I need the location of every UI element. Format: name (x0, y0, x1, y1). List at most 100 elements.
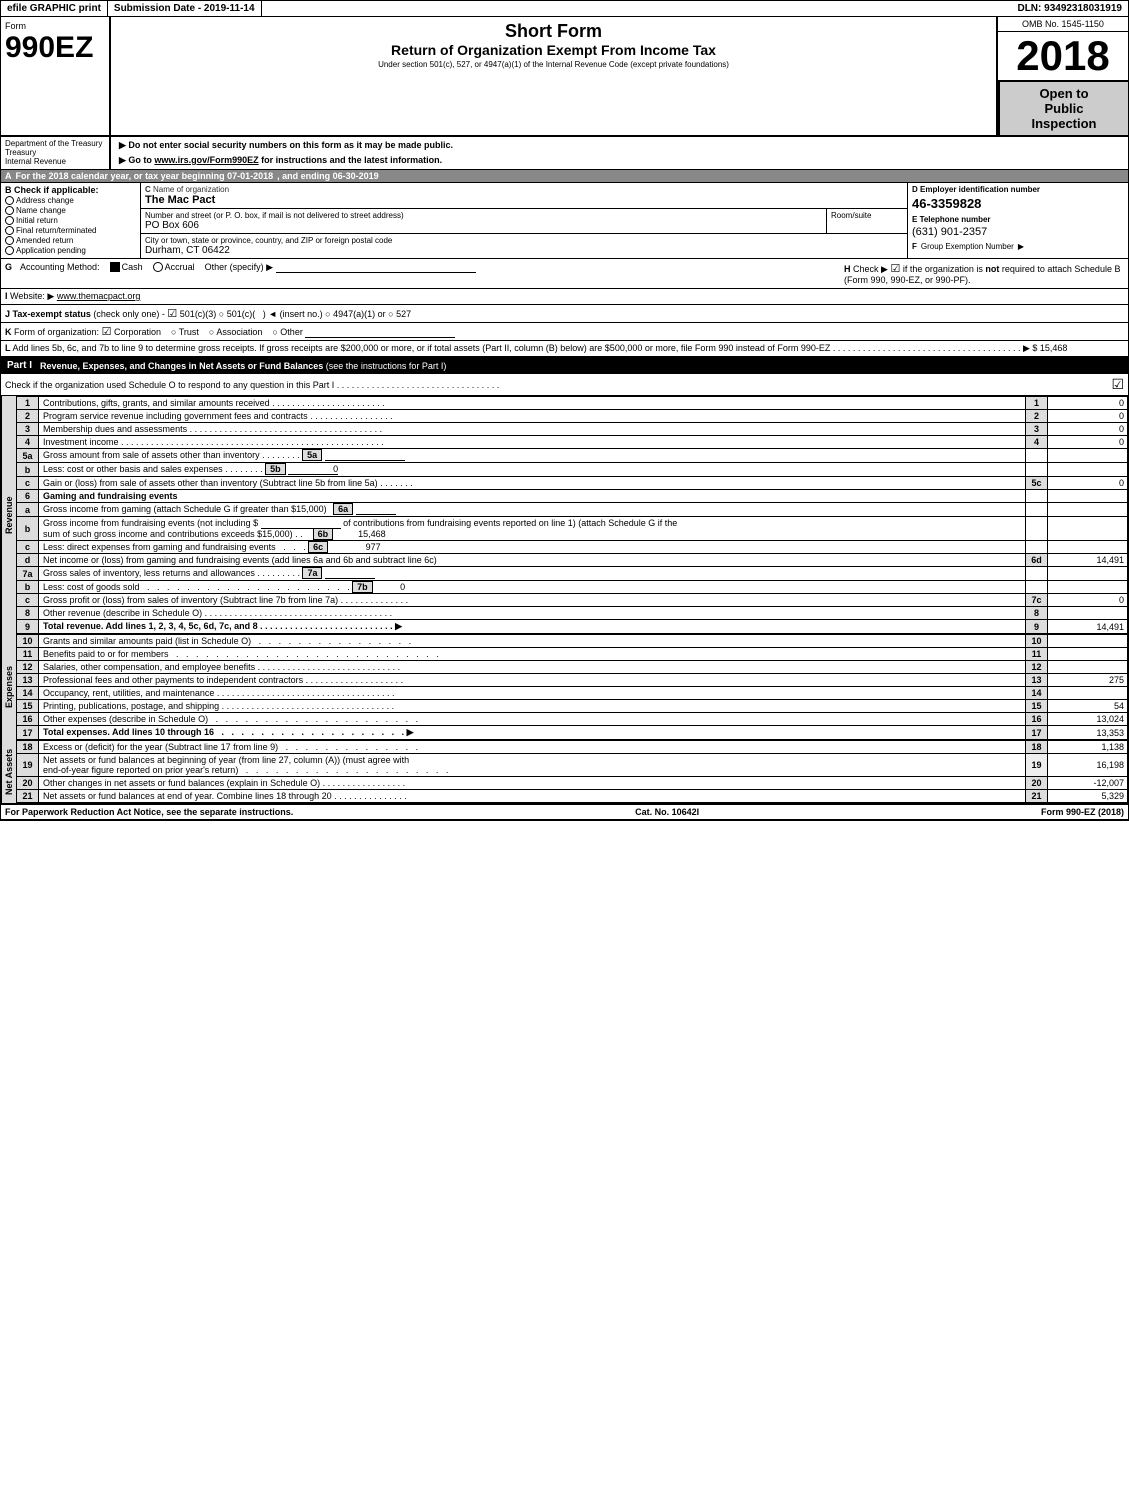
j-label: J (5, 309, 10, 319)
address-row: Number and street (or P. O. box, if mail… (141, 209, 907, 234)
line-6b-desc: Gross income from fundraising events (no… (39, 517, 1026, 541)
j-text: Tax-exempt status (check only one) - ☑ 5… (13, 309, 412, 319)
line-1-linenum: 1 (1026, 397, 1048, 410)
line-6c-amount (1048, 541, 1128, 554)
line-19-amount: 16,198 (1048, 754, 1128, 777)
g-label: G (5, 262, 12, 272)
line-6-desc: Gaming and fundraising events (39, 490, 1026, 503)
line-18-num: 18 (17, 741, 39, 754)
line-5a-row: 5a Gross amount from sale of assets othe… (17, 449, 1128, 463)
cash-check: Cash (110, 262, 143, 272)
line-17-linenum: 17 (1026, 726, 1048, 740)
line-16-linenum: 16 (1026, 713, 1048, 726)
line-11-row: 11 Benefits paid to or for members . . .… (17, 648, 1128, 661)
line-4-linenum: 4 (1026, 436, 1048, 449)
line-14-num: 14 (17, 687, 39, 700)
line-6a-desc: Gross income from gaming (attach Schedul… (39, 503, 1026, 517)
line-8-amount (1048, 607, 1128, 620)
open-line1: Open to (1004, 86, 1124, 101)
radio-amended (5, 236, 14, 245)
section-l-row: L Add lines 5b, 6c, and 7b to line 9 to … (1, 341, 1128, 358)
line-10-amount (1048, 635, 1128, 648)
line-5c-desc: Gain or (loss) from sale of assets other… (39, 477, 1026, 490)
line-15-num: 15 (17, 700, 39, 713)
line-6a-amount (1048, 503, 1128, 517)
i-text: Website: ▶ (10, 291, 54, 301)
line-6a-row: a Gross income from gaming (attach Sched… (17, 503, 1128, 517)
part1-header: Part I Revenue, Expenses, and Changes in… (1, 358, 1128, 374)
line-7c-row: c Gross profit or (loss) from sales of i… (17, 594, 1128, 607)
line-19-linenum: 19 (1026, 754, 1048, 777)
title-area: Short Form Return of Organization Exempt… (111, 17, 998, 135)
line-15-desc: Printing, publications, postage, and shi… (39, 700, 1026, 713)
line-2-num: 2 (17, 410, 39, 423)
line-12-row: 12 Salaries, other compensation, and emp… (17, 661, 1128, 674)
line-5a-linenum (1026, 449, 1048, 463)
section-k-row: K Form of organization: ☑ Corporation ○ … (1, 323, 1128, 341)
section-d: D Employer identification number 46-3359… (908, 183, 1128, 258)
open-line2: Public (1004, 101, 1124, 116)
cash-label: Cash (122, 262, 143, 272)
form-number: 990EZ (5, 31, 105, 64)
line-20-linenum: 20 (1026, 777, 1048, 790)
line-16-num: 16 (17, 713, 39, 726)
expenses-side-label: Expenses (1, 634, 16, 740)
line-6a-num: a (17, 503, 39, 517)
expenses-table-wrapper: 10 Grants and similar amounts paid (list… (16, 634, 1128, 740)
line-9-num: 9 (17, 620, 39, 634)
section-a-ending: , and ending 06-30-2019 (277, 171, 379, 181)
dept3: Internal Revenue (5, 157, 105, 166)
line-6-amount (1048, 490, 1128, 503)
room-cell: Room/suite (827, 209, 907, 233)
line-9-amount: 14,491 (1048, 620, 1128, 634)
year-display: 2018 (998, 32, 1128, 80)
main-form: Form 990EZ Short Form Return of Organiza… (0, 17, 1129, 821)
line-14-row: 14 Occupancy, rent, utilities, and maint… (17, 687, 1128, 700)
line-3-desc: Membership dues and assessments . . . . … (39, 423, 1026, 436)
line-16-row: 16 Other expenses (describe in Schedule … (17, 713, 1128, 726)
line-9-desc: Total revenue. Add lines 1, 2, 3, 4, 5c,… (39, 620, 1026, 634)
line-10-num: 10 (17, 635, 39, 648)
line-6d-row: d Net income or (loss) from gaming and f… (17, 554, 1128, 567)
short-form-title: Short Form (115, 21, 992, 42)
line-20-desc: Other changes in net assets or fund bala… (39, 777, 1026, 790)
f-text: Group Exemption Number (921, 242, 1014, 251)
expenses-section: Expenses 10 Grants and similar amounts p… (1, 634, 1128, 740)
line-5b-row: b Less: cost or other basis and sales ex… (17, 463, 1128, 477)
line-13-amount: 275 (1048, 674, 1128, 687)
accrual-check: Accrual (153, 262, 195, 272)
footer-cat: Cat. No. 10642I (635, 807, 699, 817)
l-text: Add lines 5b, 6c, and 7b to line 9 to de… (13, 343, 1068, 353)
revenue-table: 1 Contributions, gifts, grants, and simi… (16, 396, 1128, 634)
line-11-desc: Benefits paid to or for members . . . . … (39, 648, 1026, 661)
line-6b-amount (1048, 517, 1128, 541)
accrual-label: Accrual (165, 262, 195, 272)
org-name: The Mac Pact (145, 194, 903, 206)
part1-title: Revenue, Expenses, and Changes in Net As… (40, 361, 446, 371)
line-8-desc: Other revenue (describe in Schedule O) .… (39, 607, 1026, 620)
footer-left: For Paperwork Reduction Act Notice, see … (5, 807, 293, 817)
g-text: Accounting Method: (20, 262, 100, 272)
page-wrapper: efile GRAPHIC print Submission Date - 20… (0, 0, 1129, 821)
radio-name (5, 206, 14, 215)
line-3-amount: 0 (1048, 423, 1128, 436)
line-12-num: 12 (17, 661, 39, 674)
address-change: Address change (5, 196, 136, 205)
part1-check-mark: ☑ (1111, 376, 1124, 393)
line-21-linenum: 21 (1026, 790, 1048, 803)
top-row: Form 990EZ Short Form Return of Organiza… (1, 17, 1128, 137)
instruction2: ▶ Go to www.irs.gov/Form990EZ for instru… (119, 155, 1120, 166)
line-21-row: 21 Net assets or fund balances at end of… (17, 790, 1128, 803)
radio-initial (5, 216, 14, 225)
radio-address (5, 196, 14, 205)
line-12-desc: Salaries, other compensation, and employ… (39, 661, 1026, 674)
line-17-row: 17 Total expenses. Add lines 10 through … (17, 726, 1128, 740)
line-6c-linenum (1026, 541, 1048, 554)
line-4-row: 4 Investment income . . . . . . . . . . … (17, 436, 1128, 449)
section-a-text: For the 2018 calendar year, or tax year … (16, 171, 274, 181)
net-assets-side-label: Net Assets (1, 740, 16, 803)
line-8-row: 8 Other revenue (describe in Schedule O)… (17, 607, 1128, 620)
line-14-linenum: 14 (1026, 687, 1048, 700)
f-label: F (912, 242, 917, 251)
line-21-amount: 5,329 (1048, 790, 1128, 803)
